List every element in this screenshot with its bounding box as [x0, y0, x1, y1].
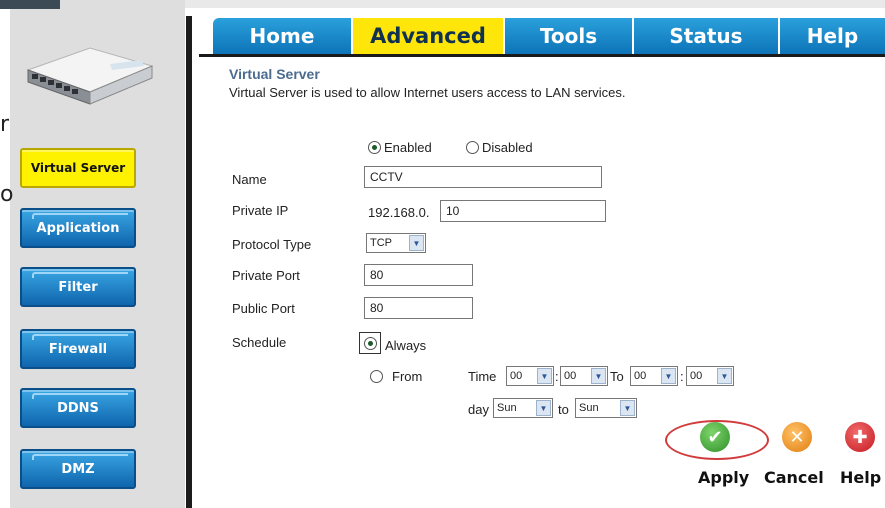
sidebar-item-label: DMZ	[61, 461, 95, 477]
chevron-down-icon: ▼	[620, 400, 635, 416]
protocol-value: TCP	[370, 237, 392, 249]
name-field[interactable]: CCTV	[364, 166, 602, 188]
time-to-hour-select[interactable]: 00 ▼	[630, 366, 678, 386]
from-label: From	[392, 369, 423, 384]
protocol-select[interactable]: TCP ▼	[366, 233, 426, 253]
day-value: Sun	[497, 402, 517, 414]
tab-advanced[interactable]: Advanced	[353, 18, 503, 54]
router-image	[26, 47, 154, 105]
chevron-down-icon: ▼	[536, 400, 551, 416]
tab-tools[interactable]: Tools	[505, 18, 632, 54]
public-port-field[interactable]: 80	[364, 297, 473, 319]
sidebar-divider	[186, 16, 192, 508]
check-icon: ✔	[707, 426, 723, 448]
stray-character: r	[0, 112, 10, 137]
enabled-radio[interactable]	[368, 141, 381, 154]
chevron-down-icon: ▼	[409, 235, 424, 251]
tab-home[interactable]: Home	[213, 18, 351, 54]
time-from-hour-select[interactable]: 00 ▼	[506, 366, 554, 386]
day-from-select[interactable]: Sun ▼	[493, 398, 553, 418]
sidebar-item-dmz[interactable]: DMZ	[20, 449, 136, 489]
help-button[interactable]: ✚	[845, 422, 875, 452]
apply-label[interactable]: Apply	[698, 468, 749, 487]
tab-label: Help	[806, 24, 859, 48]
cancel-label[interactable]: Cancel	[764, 468, 824, 487]
time-value: 00	[564, 370, 577, 382]
sidebar-item-virtual-server[interactable]: Virtual Server	[20, 148, 136, 188]
time-from-min-select[interactable]: 00 ▼	[560, 366, 608, 386]
sidebar-item-label: Application	[36, 220, 120, 236]
section-description: Virtual Server is used to allow Internet…	[229, 85, 626, 100]
day-to-select[interactable]: Sun ▼	[575, 398, 637, 418]
private-ip-field[interactable]: 10	[440, 200, 606, 222]
button-highlight	[32, 213, 128, 219]
always-label: Always	[385, 338, 427, 353]
time-label: Time	[468, 369, 497, 384]
to-label: To	[610, 369, 624, 384]
tab-underline	[199, 54, 885, 57]
tab-help[interactable]: Help	[780, 18, 885, 54]
button-highlight	[32, 272, 128, 278]
day-label: day	[468, 402, 489, 417]
sidebar-item-label: DDNS	[57, 400, 99, 416]
button-highlight	[32, 334, 128, 340]
protocol-type-label: Protocol Type	[232, 237, 312, 252]
private-port-field[interactable]: 80	[364, 264, 473, 286]
name-label: Name	[232, 172, 267, 187]
sidebar-item-firewall[interactable]: Firewall	[20, 329, 136, 369]
private-ip-label: Private IP	[232, 203, 289, 218]
section-title: Virtual Server	[229, 66, 320, 82]
time-value: 00	[634, 370, 647, 382]
button-highlight	[32, 454, 128, 460]
cancel-button[interactable]: ✕	[782, 422, 812, 452]
button-highlight	[32, 393, 128, 399]
corner-bar	[0, 0, 60, 9]
plus-icon: ✚	[852, 426, 868, 448]
chevron-down-icon: ▼	[591, 368, 606, 384]
tab-label: Home	[249, 24, 315, 48]
disabled-label: Disabled	[482, 140, 533, 155]
chevron-down-icon: ▼	[717, 368, 732, 384]
chevron-down-icon: ▼	[537, 368, 552, 384]
tab-label: Advanced	[370, 24, 486, 48]
day-to-label: to	[558, 402, 569, 417]
sidebar-item-application[interactable]: Application	[20, 208, 136, 248]
day-value: Sun	[579, 402, 599, 414]
from-radio[interactable]	[370, 370, 383, 383]
tab-label: Tools	[539, 24, 598, 48]
private-port-label: Private Port	[232, 268, 300, 283]
help-label[interactable]: Help	[840, 468, 881, 487]
time-value: 00	[690, 370, 703, 382]
close-icon: ✕	[789, 426, 805, 448]
apply-button[interactable]: ✔	[700, 422, 730, 452]
sidebar-item-label: Firewall	[48, 341, 108, 357]
chevron-down-icon: ▼	[661, 368, 676, 384]
sidebar-item-label: Virtual Server	[30, 161, 126, 175]
stray-character: o	[0, 182, 14, 207]
tab-status[interactable]: Status	[634, 18, 778, 54]
always-radio[interactable]	[364, 337, 377, 350]
sidebar-item-ddns[interactable]: DDNS	[20, 388, 136, 428]
private-ip-prefix: 192.168.0.	[368, 205, 430, 220]
enabled-label: Enabled	[384, 140, 432, 155]
time-value: 00	[510, 370, 523, 382]
tab-label: Status	[669, 24, 743, 48]
time-to-min-select[interactable]: 00 ▼	[686, 366, 734, 386]
sidebar-item-filter[interactable]: Filter	[20, 267, 136, 307]
schedule-label: Schedule	[232, 335, 287, 350]
public-port-label: Public Port	[232, 301, 295, 316]
sidebar-item-label: Filter	[58, 279, 98, 295]
disabled-radio[interactable]	[466, 141, 479, 154]
